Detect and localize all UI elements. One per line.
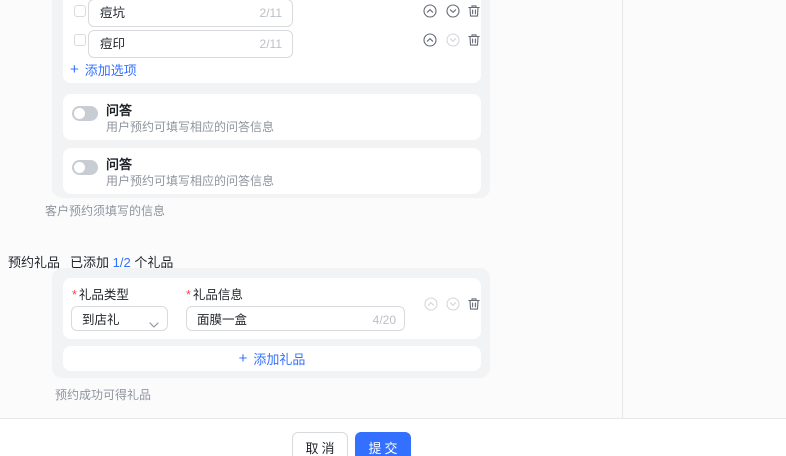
move-up-icon[interactable] bbox=[423, 4, 437, 18]
gift-success-hint: 预约成功可得礼品 bbox=[55, 388, 152, 402]
move-down-icon[interactable] bbox=[446, 4, 460, 18]
add-gift-label: 添加礼品 bbox=[253, 352, 306, 367]
option-value: 痘印 bbox=[100, 37, 126, 51]
move-down-icon bbox=[446, 33, 460, 47]
option-input[interactable]: 痘坑 2/11 bbox=[88, 0, 293, 27]
plus-icon: + bbox=[238, 350, 248, 367]
qa-subtitle: 用户预约可填写相应的问答信息 bbox=[106, 174, 275, 188]
option-checkbox[interactable] bbox=[74, 34, 86, 46]
add-option-button[interactable]: + 添加选项 bbox=[70, 60, 137, 79]
required-info-hint: 客户预约须填写的信息 bbox=[45, 204, 166, 218]
gift-card: * 礼品类型 * 礼品信息 到店礼 面膜一盒 4/20 bbox=[63, 278, 481, 339]
toggle-knob bbox=[74, 162, 85, 173]
panel-divider bbox=[622, 0, 623, 419]
qa-title: 问答 bbox=[106, 157, 133, 172]
move-up-icon[interactable] bbox=[423, 33, 437, 47]
plus-icon: + bbox=[70, 61, 79, 78]
qa-card: 问答 用户预约可填写相应的问答信息 bbox=[63, 148, 481, 194]
char-counter: 2/11 bbox=[259, 6, 282, 20]
add-gift-button[interactable]: + 添加礼品 bbox=[63, 346, 481, 371]
required-mark: * bbox=[186, 288, 191, 302]
footer-bar: 取消 提交 bbox=[0, 419, 786, 456]
char-counter: 2/11 bbox=[259, 37, 282, 51]
qa-toggle[interactable] bbox=[72, 160, 98, 175]
gift-type-select[interactable]: 到店礼 bbox=[71, 306, 168, 331]
gift-type-value: 到店礼 bbox=[82, 313, 120, 327]
qa-toggle[interactable] bbox=[72, 106, 98, 121]
delete-icon[interactable] bbox=[467, 4, 481, 18]
move-up-icon bbox=[424, 297, 438, 311]
option-input[interactable]: 痘印 2/11 bbox=[88, 30, 293, 58]
gift-type-label: * 礼品类型 bbox=[72, 288, 129, 302]
gift-section-label: 预约礼品 bbox=[8, 255, 61, 270]
option-list-card: 痘坑 2/11 痘印 2/11 + 添加选项 bbox=[63, 0, 481, 83]
qa-card: 问答 用户预约可填写相应的问答信息 bbox=[63, 94, 481, 140]
option-value: 痘坑 bbox=[100, 6, 126, 20]
delete-icon[interactable] bbox=[467, 297, 481, 311]
gift-info-value: 面膜一盒 bbox=[197, 313, 248, 327]
char-counter: 4/20 bbox=[372, 313, 396, 327]
option-checkbox[interactable] bbox=[74, 5, 86, 17]
qa-subtitle: 用户预约可填写相应的问答信息 bbox=[106, 120, 275, 134]
chevron-down-icon bbox=[149, 315, 159, 328]
qa-title: 问答 bbox=[106, 103, 133, 118]
toggle-knob bbox=[74, 108, 85, 119]
gift-info-label: * 礼品信息 bbox=[186, 288, 243, 302]
required-mark: * bbox=[72, 288, 77, 302]
cancel-button[interactable]: 取消 bbox=[292, 432, 348, 456]
page: 痘坑 2/11 痘印 2/11 + 添加选项 问答 用户预约可填写相应的问答信息… bbox=[0, 0, 786, 456]
gift-info-input[interactable]: 面膜一盒 4/20 bbox=[186, 306, 405, 331]
delete-icon[interactable] bbox=[467, 33, 481, 47]
submit-button[interactable]: 提交 bbox=[355, 432, 411, 456]
add-option-label: 添加选项 bbox=[84, 63, 137, 78]
move-down-icon bbox=[446, 297, 460, 311]
